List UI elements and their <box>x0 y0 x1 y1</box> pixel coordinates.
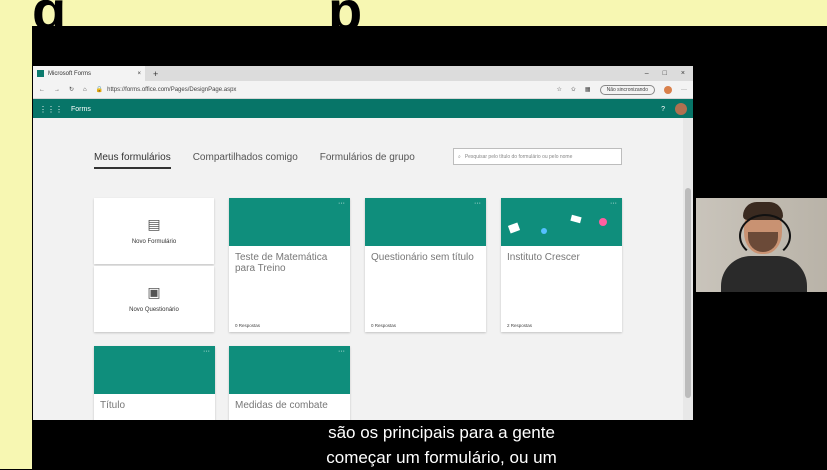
url-field[interactable]: 🔒 https://forms.office.com/Pages/DesignP… <box>95 86 456 94</box>
presenter-shirt <box>721 256 807 292</box>
form-card-title: Instituto Crescer <box>507 252 580 263</box>
page-scrollbar[interactable] <box>683 118 693 420</box>
form-card-banner: ··· <box>501 198 622 246</box>
subtitle-line: são os principais para a gente <box>328 423 555 442</box>
forms-app-header: ⋮⋮⋮ Forms ? <box>33 99 693 119</box>
forms-content-area: Meus formulários Compartilhados comigo F… <box>33 118 683 420</box>
refresh-icon[interactable]: ↻ <box>69 86 74 93</box>
search-input[interactable]: ⌕ Pesquisar pelo título do formulário ou… <box>453 148 622 165</box>
form-card[interactable]: ··· Instituto Crescer 2 Respostas <box>501 198 622 332</box>
address-bar: ← → ↻ ⌂ 🔒 https://forms.office.com/Pages… <box>33 81 693 99</box>
new-tab-button[interactable]: + <box>153 69 158 79</box>
favorites-list-icon[interactable]: ✩ <box>571 86 576 93</box>
decor-shape <box>541 228 547 234</box>
card-menu-icon[interactable]: ··· <box>474 200 481 207</box>
decor-shape <box>507 222 521 234</box>
subtitle-line: começar um formulário, ou um <box>326 448 557 467</box>
headphones-icon <box>739 214 791 258</box>
app-name[interactable]: Forms <box>71 106 91 113</box>
decor-shape <box>599 218 607 226</box>
form-card-responses: 2 Respostas <box>507 323 533 328</box>
search-icon: ⌕ <box>458 153 461 160</box>
new-quiz-button[interactable]: ▣ Novo Questionário <box>94 266 214 332</box>
form-card-responses: 0 Respostas <box>235 323 261 328</box>
header-actions: ? <box>661 103 687 115</box>
browser-menu-icon[interactable]: ··· <box>681 87 687 93</box>
form-card[interactable]: ··· Questionário sem título 0 Respostas <box>365 198 486 332</box>
tab-title: Microsoft Forms <box>48 70 92 77</box>
forward-icon[interactable]: → <box>54 87 60 93</box>
favorite-star-icon[interactable]: ☆ <box>556 86 561 93</box>
form-card-title: Questionário sem título <box>371 252 474 263</box>
window-controls: – □ × <box>645 70 693 77</box>
new-quiz-label: Novo Questionário <box>129 307 179 313</box>
form-card-title: Medidas de combate <box>235 400 328 411</box>
form-card[interactable]: ··· Medidas de combate <box>229 346 350 420</box>
minimize-button[interactable]: – <box>645 70 649 77</box>
video-subtitle: são os principais para a gente começar u… <box>296 420 587 470</box>
form-card-banner: ··· <box>229 198 350 246</box>
yellow-top-strip: g p <box>32 0 827 42</box>
new-form-label: Novo Formulário <box>131 239 177 245</box>
card-menu-icon[interactable]: ··· <box>338 200 345 207</box>
sync-status-button[interactable]: Não sincronizando <box>599 84 655 95</box>
lock-icon: 🔒 <box>95 87 104 93</box>
user-avatar[interactable] <box>675 103 687 115</box>
tab-close-icon[interactable]: × <box>137 71 141 77</box>
browser-window: Microsoft Forms × + – □ × ← → ↻ ⌂ 🔒 http… <box>33 66 693 420</box>
maximize-button[interactable]: □ <box>663 70 667 77</box>
help-icon[interactable]: ? <box>661 106 665 113</box>
form-card[interactable]: ··· Teste de Matemática para Treino 0 Re… <box>229 198 350 332</box>
new-form-icon: ▤ <box>147 216 161 232</box>
form-card-banner: ··· <box>365 198 486 246</box>
forms-tabs: Meus formulários Compartilhados comigo F… <box>94 152 415 169</box>
form-card-responses: 0 Respostas <box>371 323 397 328</box>
browser-tab[interactable]: Microsoft Forms × <box>33 66 145 81</box>
address-bar-actions: ☆ ✩ ▦ Não sincronizando ··· <box>556 84 687 95</box>
yellow-left-strip <box>0 26 32 469</box>
card-menu-icon[interactable]: ··· <box>610 200 617 207</box>
tab-shared-with-me[interactable]: Compartilhados comigo <box>193 152 298 169</box>
form-card[interactable]: ··· Título <box>94 346 215 420</box>
card-menu-icon[interactable]: ··· <box>338 348 345 355</box>
form-card-title: Teste de Matemática para Treino <box>235 252 328 274</box>
tab-group-forms[interactable]: Formulários de grupo <box>320 152 415 169</box>
search-placeholder: Pesquisar pelo título do formulário ou p… <box>464 153 573 160</box>
home-icon[interactable]: ⌂ <box>83 87 87 93</box>
scroll-thumb[interactable] <box>685 188 691 398</box>
new-quiz-icon: ▣ <box>147 284 161 300</box>
app-launcher-icon[interactable]: ⋮⋮⋮ <box>39 105 63 114</box>
form-card-title: Título <box>100 400 126 411</box>
close-window-button[interactable]: × <box>681 70 685 77</box>
collections-icon[interactable]: ▦ <box>585 86 591 93</box>
decor-shape <box>570 214 582 224</box>
forms-favicon-icon <box>37 70 44 77</box>
profile-avatar[interactable] <box>664 85 672 94</box>
tab-my-forms[interactable]: Meus formulários <box>94 152 171 169</box>
form-card-banner: ··· <box>229 346 350 394</box>
url-text: https://forms.office.com/Pages/DesignPag… <box>107 86 237 93</box>
new-form-button[interactable]: ▤ Novo Formulário <box>94 198 214 264</box>
form-card-banner: ··· <box>94 346 215 394</box>
browser-tab-bar: Microsoft Forms × + – □ × <box>33 66 693 81</box>
card-menu-icon[interactable]: ··· <box>203 348 210 355</box>
webcam-video <box>696 198 827 292</box>
back-icon[interactable]: ← <box>39 87 45 93</box>
